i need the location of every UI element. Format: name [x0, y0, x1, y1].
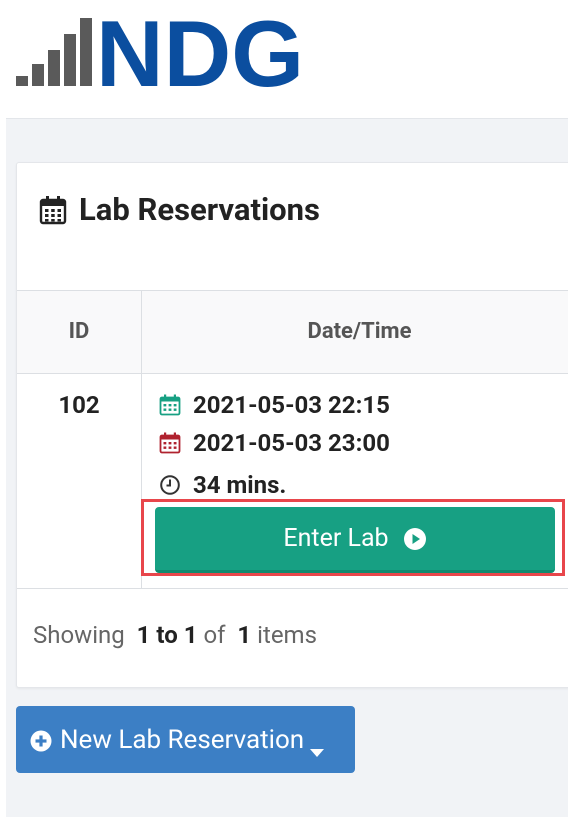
end-time: 2021-05-03 23:00 [159, 429, 390, 457]
ndg-logo-graphic: NDG [16, 6, 304, 90]
ndg-logo: NDG [16, 6, 316, 90]
table-header: ID Date/Time [17, 290, 568, 374]
end-time-text: 2021-05-03 23:00 [193, 429, 390, 457]
pager-of: of [203, 621, 226, 649]
pager-showing: Showing [33, 621, 125, 649]
enter-lab-button[interactable]: Enter Lab [155, 507, 555, 573]
column-header-id[interactable]: ID [17, 291, 141, 373]
start-time: 2021-05-03 22:15 [159, 391, 390, 419]
start-time-text: 2021-05-03 22:15 [193, 391, 390, 419]
enter-lab-label: Enter Lab [283, 524, 389, 553]
new-lab-reservation-button[interactable]: New Lab Reservation [16, 706, 355, 773]
caret-down-icon [310, 735, 325, 757]
duration-text: 34 mins. [193, 471, 287, 499]
row-divider [17, 588, 568, 589]
reservation-id: 102 [58, 391, 100, 419]
column-header-datetime[interactable]: Date/Time [142, 291, 568, 373]
new-lab-reservation-label: New Lab Reservation [60, 724, 305, 755]
pager-total: 1 [237, 621, 252, 649]
calendar-icon [39, 195, 67, 225]
play-circle-icon [403, 527, 427, 551]
clock-icon [159, 474, 181, 496]
logo-wordmark: NDG [96, 6, 304, 90]
calendar-end-icon [159, 432, 181, 454]
lab-reservations-card: Lab Reservations ID Date/Time 102 2021-0… [16, 162, 568, 688]
card-title: Lab Reservations [39, 191, 320, 228]
pager-items: items [257, 621, 317, 649]
pager-range: 1 to 1 [136, 621, 198, 649]
pager-summary: Showing 1 to 1 of 1 items [33, 621, 317, 649]
plus-circle-icon [30, 729, 52, 751]
card-title-text: Lab Reservations [79, 191, 320, 228]
calendar-start-icon [159, 394, 181, 416]
duration: 34 mins. [159, 471, 286, 499]
